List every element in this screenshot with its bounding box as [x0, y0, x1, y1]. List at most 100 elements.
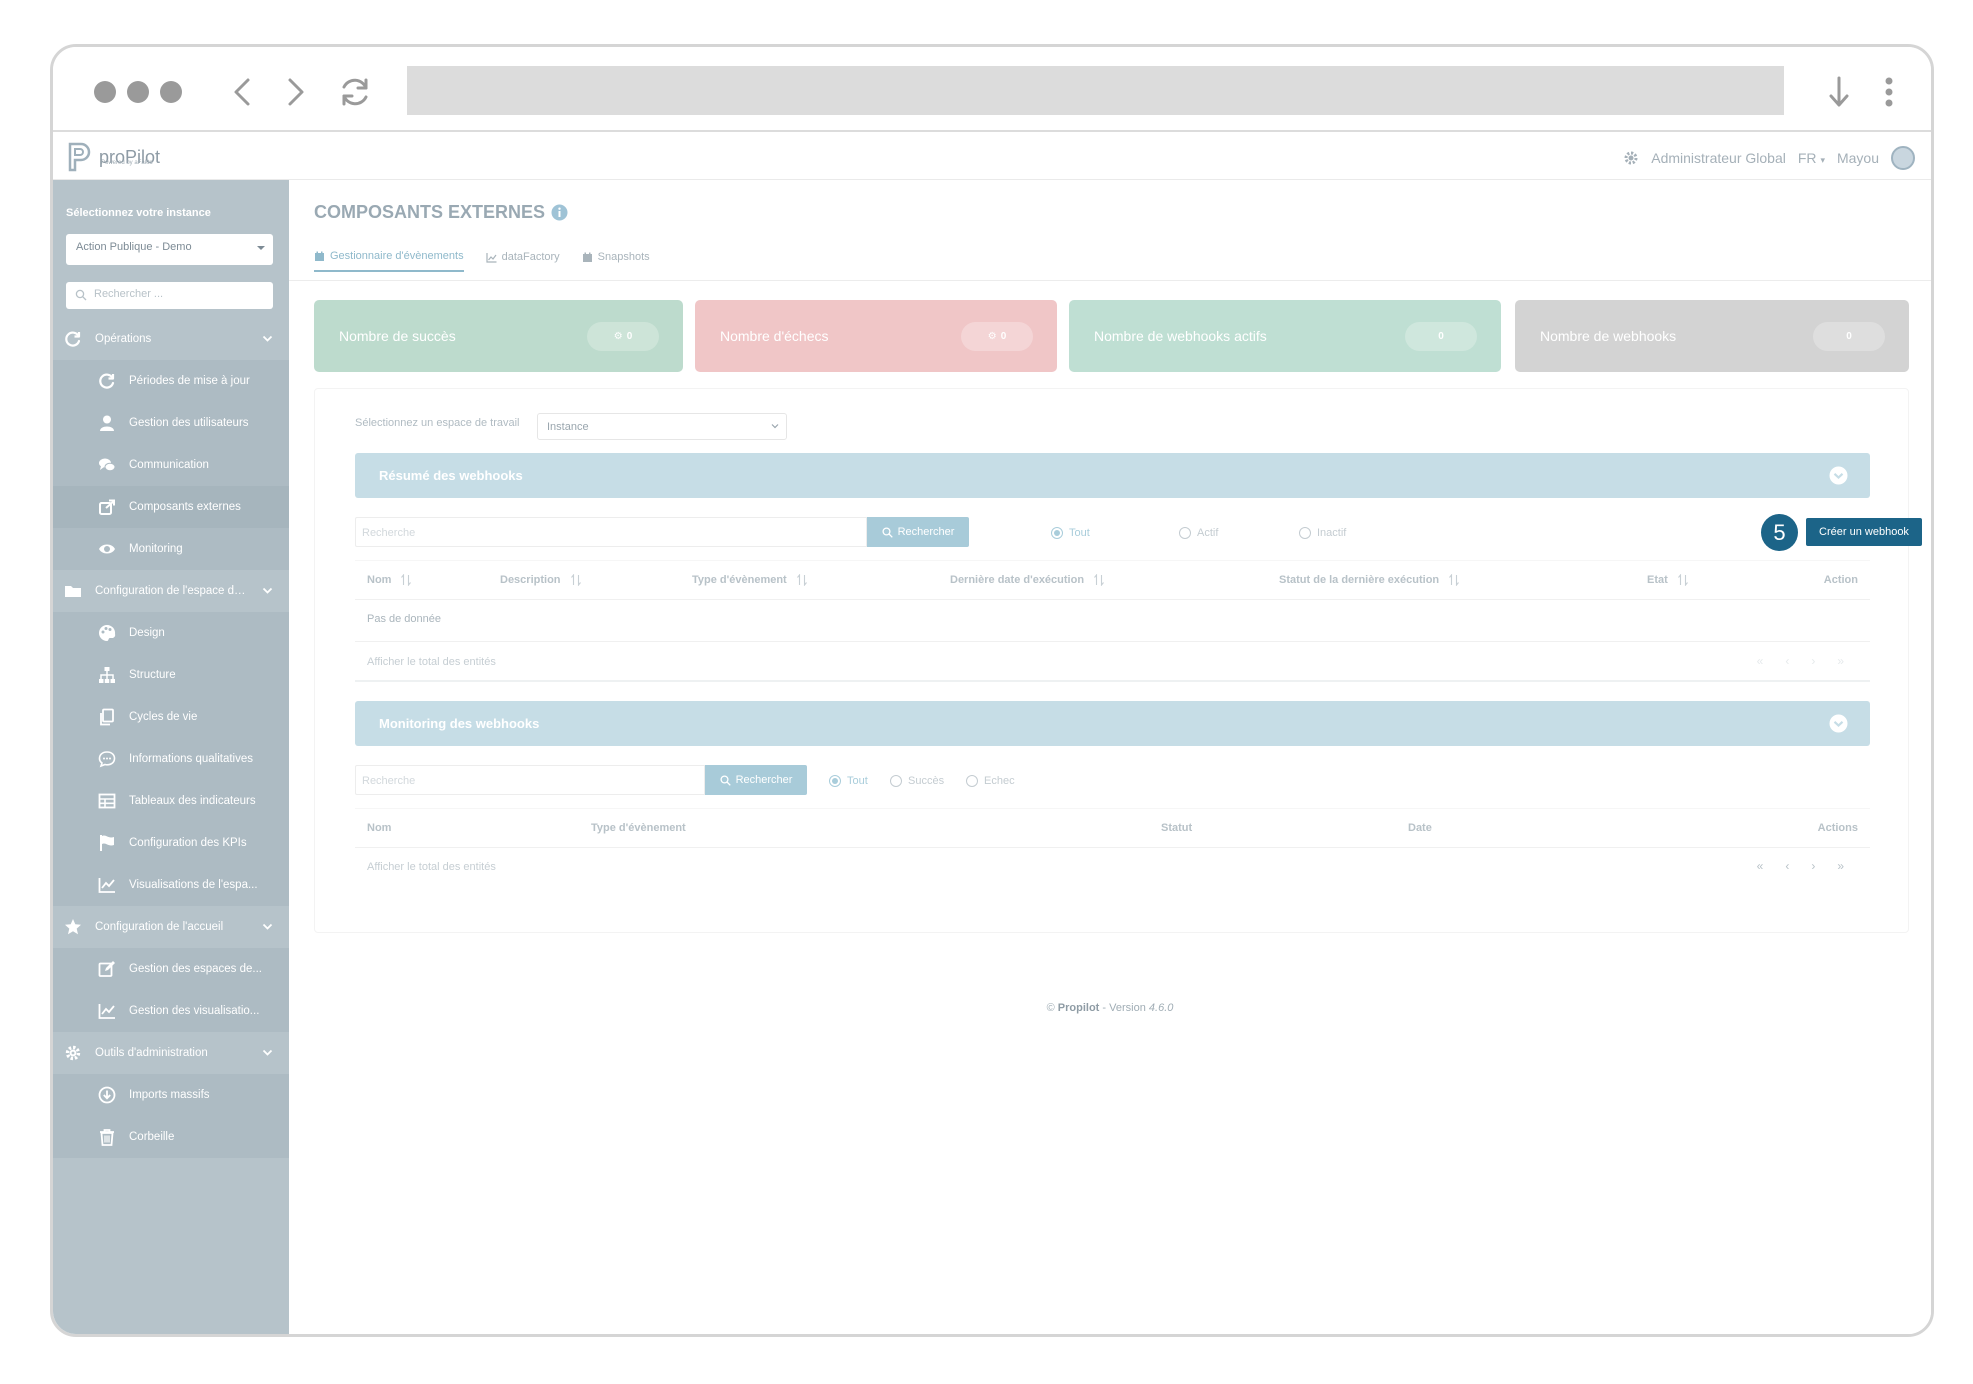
forward-icon[interactable] [275, 72, 315, 112]
show-total-link[interactable]: Afficher le total des entités [367, 861, 496, 873]
sidebar-item-qualitative-info[interactable]: Informations qualitatives [53, 738, 289, 780]
window-dot-icon[interactable] [127, 81, 149, 103]
column-header[interactable]: Statut de la dernière exécution [1279, 574, 1460, 586]
sidebar-search-input[interactable]: Rechercher ... [66, 282, 273, 309]
stat-label: Nombre de succès [339, 328, 456, 344]
filter-all-radio[interactable]: Tout [1051, 527, 1090, 539]
tab-event-manager[interactable]: Gestionnaire d'évènements [314, 250, 464, 272]
prev-page-button[interactable]: ‹ [1785, 654, 1789, 668]
next-page-button[interactable]: › [1811, 859, 1815, 873]
sidebar-item-space-management[interactable]: Gestion des espaces de... [53, 948, 289, 990]
stat-value: 0 [626, 331, 633, 342]
sidebar-item-label: Design [129, 627, 165, 639]
avatar[interactable] [1891, 146, 1915, 170]
monitoring-search-input[interactable]: Recherche [355, 765, 705, 795]
column-header[interactable]: Nom [367, 574, 412, 586]
filter-inactive-radio[interactable]: Inactif [1299, 527, 1346, 539]
column-header[interactable]: Etat [1647, 574, 1689, 586]
workspace-select[interactable]: Instance [537, 413, 787, 440]
download-icon[interactable] [1819, 72, 1859, 112]
sidebar-item-design[interactable]: Design [53, 612, 289, 654]
gear-icon: ⚙ [987, 331, 997, 342]
monitoring-filter-all-radio[interactable]: Tout [829, 775, 868, 787]
language-dropdown[interactable]: FR ▾ [1798, 150, 1825, 166]
instance-select[interactable]: Action Publique - Demo [66, 234, 273, 265]
role-link[interactable]: Administrateur Global [1651, 150, 1786, 166]
radio-label: Echec [984, 775, 1015, 787]
sort-icon [1449, 574, 1460, 586]
sidebar-item-external-components[interactable]: Composants externes [53, 486, 289, 528]
show-total-link[interactable]: Afficher le total des entités [367, 656, 496, 668]
sidebar-item-label: Corbeille [129, 1131, 175, 1143]
sidebar-item-trash[interactable]: Corbeille [53, 1116, 289, 1158]
back-icon[interactable] [223, 72, 263, 112]
sidebar-section-space-config[interactable]: Configuration de l'espace de ... [53, 570, 289, 612]
first-page-button[interactable]: « [1757, 859, 1764, 873]
calendar-icon [315, 251, 324, 261]
monitoring-filter-failure-radio[interactable]: Echec [966, 775, 1015, 787]
tab-label: Gestionnaire d'évènements [330, 250, 464, 262]
more-menu-icon[interactable] [1869, 72, 1909, 112]
address-bar[interactable] [407, 66, 1784, 115]
sidebar-section-label: Configuration de l'espace de ... [95, 585, 247, 597]
last-page-button[interactable]: » [1837, 654, 1844, 668]
calendar-icon [582, 252, 592, 262]
tab-snapshots[interactable]: Snapshots [582, 250, 650, 272]
window-dot-icon[interactable] [160, 81, 182, 103]
column-label: Action [1823, 574, 1858, 586]
user-name[interactable]: Mayou [1837, 150, 1879, 166]
monitoring-search-button[interactable]: Rechercher [705, 765, 807, 795]
sidebar-item-bulk-imports[interactable]: Imports massifs [53, 1074, 289, 1116]
sidebar-item-space-visualizations[interactable]: Visualisations de l'espa... [53, 864, 289, 906]
chevron-down-icon [771, 424, 779, 429]
monitoring-filter-success-radio[interactable]: Succès [890, 775, 944, 787]
search-placeholder: Recherche [362, 527, 416, 539]
monitoring-panel-header[interactable]: Monitoring des webhooks [355, 701, 1870, 746]
window-dot-icon[interactable] [94, 81, 116, 103]
next-page-button[interactable]: › [1811, 654, 1815, 668]
reload-icon[interactable] [335, 72, 375, 112]
filter-active-radio[interactable]: Actif [1179, 527, 1218, 539]
sidebar-item-monitoring[interactable]: Monitoring [53, 528, 289, 570]
column-header: Type d'évènement [591, 822, 686, 834]
sidebar-item-users[interactable]: Gestion des utilisateurs [53, 402, 289, 444]
column-header[interactable]: Type d'évènement [692, 574, 808, 586]
summary-panel-header[interactable]: Résumé des webhooks [355, 453, 1870, 498]
column-label: Description [500, 574, 561, 586]
instance-select-title: Sélectionnez votre instance [66, 207, 211, 219]
sidebar-item-label: Monitoring [129, 543, 183, 555]
prev-page-button[interactable]: ‹ [1785, 859, 1789, 873]
sidebar-item-lifecycles[interactable]: Cycles de vie [53, 696, 289, 738]
sort-icon [401, 574, 412, 586]
sidebar-item-visualization-management[interactable]: Gestion des visualisatio... [53, 990, 289, 1032]
sidebar-item-communication[interactable]: Communication [53, 444, 289, 486]
sidebar-item-kpi-config[interactable]: Configuration des KPIs [53, 822, 289, 864]
sidebar-item-indicator-tables[interactable]: Tableaux des indicateurs [53, 780, 289, 822]
tab-label: Snapshots [597, 251, 650, 263]
last-page-button[interactable]: » [1837, 859, 1844, 873]
logo[interactable]: proPilot [65, 140, 160, 174]
sidebar-section-home-config[interactable]: Configuration de l'accueil [53, 906, 289, 948]
chart-icon [485, 252, 497, 263]
sidebar-item-update-periods[interactable]: Périodes de mise à jour [53, 360, 289, 402]
tab-datafactory[interactable]: dataFactory [485, 250, 560, 272]
summary-search-input[interactable]: Recherche [355, 517, 867, 547]
chevron-down-circle-icon[interactable] [1829, 714, 1848, 733]
summary-search-button[interactable]: Rechercher [867, 517, 969, 547]
empty-table-row: Pas de donnée [355, 600, 1870, 642]
sidebar-item-label: Cycles de vie [129, 711, 198, 723]
chevron-down-circle-icon[interactable] [1829, 466, 1848, 485]
stat-badge: 0 [1813, 322, 1885, 351]
create-webhook-button[interactable]: Créer un webhook [1806, 518, 1922, 546]
workspace-value: Instance [547, 421, 589, 433]
sidebar-item-structure[interactable]: Structure [53, 654, 289, 696]
tab-label: dataFactory [501, 251, 560, 263]
monitoring-pagination: « ‹ › » [1757, 859, 1844, 873]
info-icon[interactable] [551, 204, 568, 221]
sidebar-section-operations[interactable]: Opérations [53, 318, 289, 360]
column-header[interactable]: Dernière date d'exécution [950, 574, 1105, 586]
sidebar-section-admin-tools[interactable]: Outils d'administration [53, 1032, 289, 1074]
sidebar-item-label: Structure [129, 669, 176, 681]
first-page-button[interactable]: « [1757, 654, 1764, 668]
column-header[interactable]: Description [500, 574, 582, 586]
